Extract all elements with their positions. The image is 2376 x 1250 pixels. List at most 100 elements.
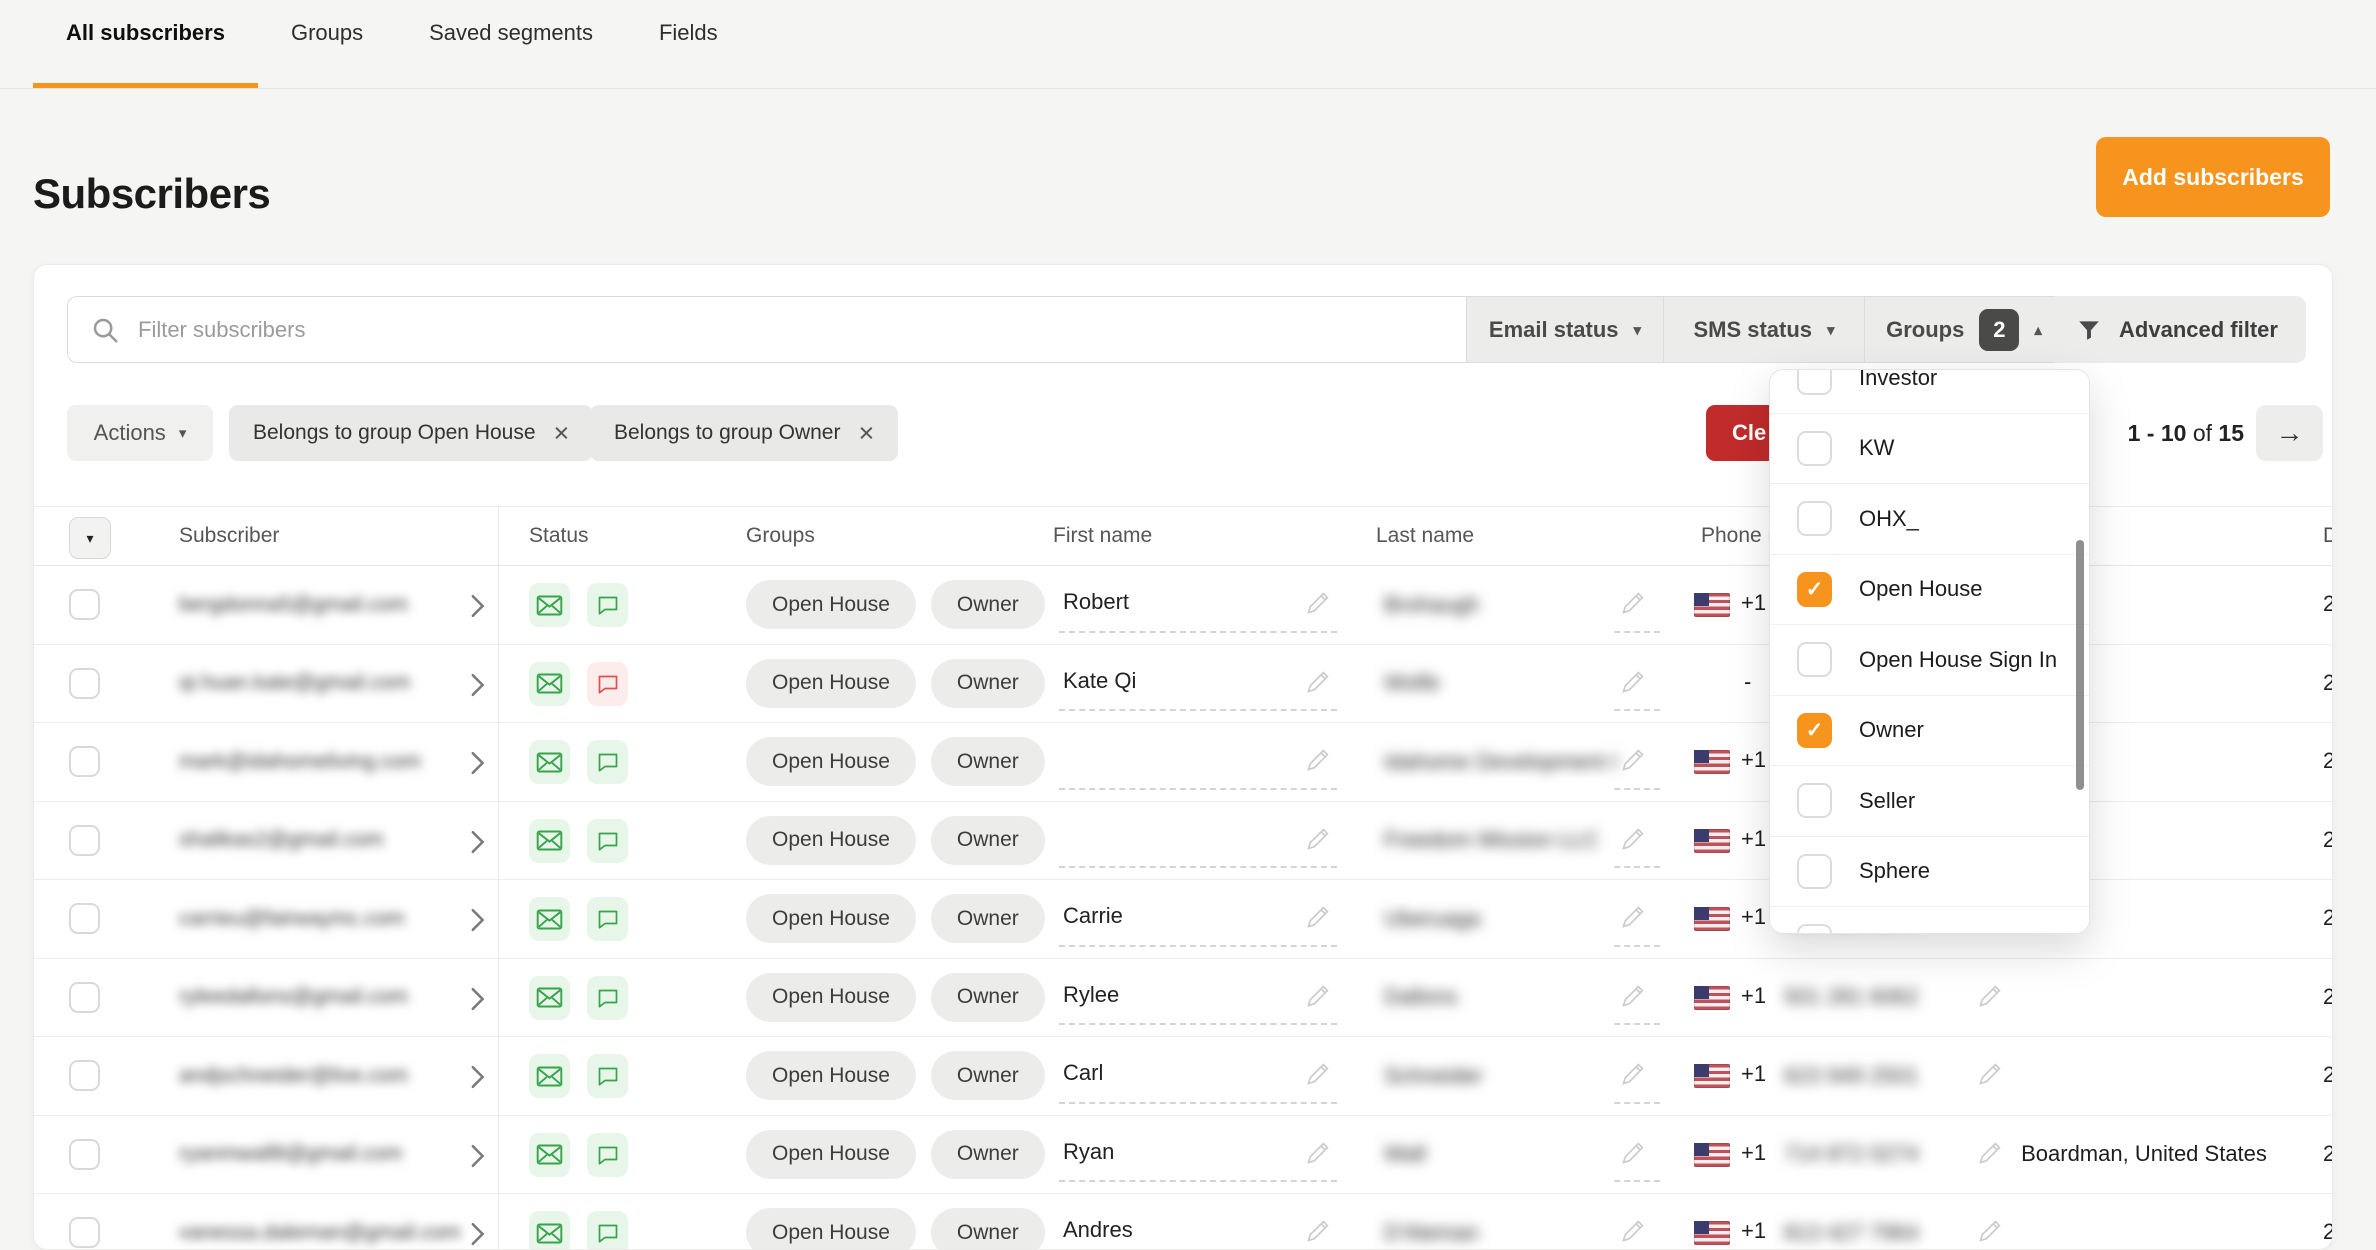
email-status-filter[interactable]: Email status ▾ [1466, 297, 1663, 362]
last-name-cell[interactable]: Dallons [1376, 959, 1660, 1037]
edit-pencil-icon[interactable] [1619, 669, 1646, 701]
last-name-cell[interactable]: D'Aleman [1376, 1194, 1660, 1250]
edit-pencil-icon[interactable] [1304, 826, 1331, 858]
checkbox[interactable] [1797, 854, 1832, 889]
checkbox[interactable] [1797, 924, 1832, 934]
chevron-right-icon[interactable] [466, 749, 488, 782]
first-name-cell[interactable]: Kate Qi [1059, 645, 1337, 723]
row-checkbox[interactable] [69, 668, 100, 699]
checkbox[interactable] [1797, 642, 1832, 677]
next-page-button[interactable]: → [2256, 405, 2323, 461]
chevron-right-icon[interactable] [466, 592, 488, 625]
remove-chip-icon[interactable]: × [554, 420, 570, 447]
subscriber-email-blurred[interactable]: ryleedallons@gmail.com [179, 959, 408, 1037]
phone-cell[interactable]: +1813 427 7964 [1694, 1194, 2004, 1250]
tab-groups[interactable]: Groups [258, 0, 396, 88]
first-name-cell[interactable] [1059, 802, 1337, 880]
edit-pencil-icon[interactable] [1976, 1218, 2003, 1250]
first-name-cell[interactable]: Andres [1059, 1194, 1337, 1250]
row-checkbox[interactable] [69, 1060, 100, 1091]
first-name-cell[interactable]: Ryan [1059, 1116, 1337, 1194]
edit-pencil-icon[interactable] [1619, 1140, 1646, 1172]
edit-pencil-icon[interactable] [1619, 826, 1646, 858]
select-all-dropdown[interactable]: ▾ [69, 517, 111, 559]
chevron-right-icon[interactable] [466, 906, 488, 939]
dropdown-item-seller[interactable]: Seller [1770, 766, 2089, 837]
row-checkbox[interactable] [69, 1217, 100, 1248]
first-name-cell[interactable]: Robert [1059, 566, 1337, 644]
dropdown-item-owner[interactable]: ✓Owner [1770, 696, 2089, 767]
subscriber-email-blurred[interactable]: carrieu@fairwaymc.com [179, 880, 405, 958]
last-name-cell[interactable]: Freedom Mission LLC [1376, 802, 1660, 880]
dropdown-item-ohx-[interactable]: OHX_ [1770, 484, 2089, 555]
search-box[interactable] [68, 297, 1466, 362]
remove-chip-icon[interactable]: × [858, 420, 874, 447]
first-name-cell[interactable] [1059, 723, 1337, 801]
subscriber-email-blurred[interactable]: vanessa.daleman@gmail.com [179, 1194, 461, 1250]
checked-checkbox[interactable]: ✓ [1797, 713, 1832, 748]
edit-pencil-icon[interactable] [1304, 1140, 1331, 1172]
dropdown-item-open-house[interactable]: ✓Open House [1770, 555, 2089, 626]
chevron-right-icon[interactable] [466, 985, 488, 1018]
dropdown-scrollbar[interactable] [2076, 540, 2084, 790]
row-checkbox[interactable] [69, 746, 100, 777]
chevron-right-icon[interactable] [466, 1063, 488, 1096]
row-checkbox[interactable] [69, 825, 100, 856]
edit-pencil-icon[interactable] [1619, 1061, 1646, 1093]
edit-pencil-icon[interactable] [1304, 669, 1331, 701]
last-name-cell[interactable]: Wolfe [1376, 645, 1660, 723]
dropdown-item[interactable] [1770, 907, 2089, 934]
first-name-cell[interactable]: Carrie [1059, 880, 1337, 958]
chevron-right-icon[interactable] [466, 1142, 488, 1175]
edit-pencil-icon[interactable] [1976, 1061, 2003, 1093]
edit-pencil-icon[interactable] [1304, 590, 1331, 622]
row-checkbox[interactable] [69, 1139, 100, 1170]
phone-cell[interactable]: +1501 281 6062 [1694, 959, 2004, 1037]
last-name-cell[interactable]: Uberuaga [1376, 880, 1660, 958]
subscriber-email-blurred[interactable]: shalikas2@gmail.com [179, 802, 384, 880]
first-name-cell[interactable]: Rylee [1059, 959, 1337, 1037]
edit-pencil-icon[interactable] [1304, 747, 1331, 779]
checked-checkbox[interactable]: ✓ [1797, 572, 1832, 607]
groups-filter[interactable]: Groups 2 ▴ [1864, 297, 2063, 362]
first-name-cell[interactable]: Carl [1059, 1037, 1337, 1115]
edit-pencil-icon[interactable] [1619, 983, 1646, 1015]
checkbox[interactable] [1797, 369, 1832, 395]
tab-saved-segments[interactable]: Saved segments [396, 0, 626, 88]
subscriber-email-blurred[interactable]: bergdonna5@gmail.com [179, 566, 408, 644]
dropdown-item-investor[interactable]: Investor [1770, 369, 2089, 414]
tab-all-subscribers[interactable]: All subscribers [33, 0, 258, 88]
edit-pencil-icon[interactable] [1619, 1218, 1646, 1250]
chevron-right-icon[interactable] [466, 671, 488, 704]
advanced-filter-button[interactable]: Advanced filter [2048, 296, 2306, 363]
checkbox[interactable] [1797, 431, 1832, 466]
checkbox[interactable] [1797, 501, 1832, 536]
subscriber-email-blurred[interactable]: andjschneider@live.com [179, 1037, 408, 1115]
last-name-cell[interactable]: Idahome Development I [1376, 723, 1660, 801]
subscriber-email-blurred[interactable]: mark@idahomeliving.com [179, 723, 421, 801]
actions-dropdown-button[interactable]: Actions ▾ [67, 405, 213, 461]
sms-status-filter[interactable]: SMS status ▾ [1663, 297, 1864, 362]
row-checkbox[interactable] [69, 982, 100, 1013]
chevron-right-icon[interactable] [466, 1220, 488, 1250]
edit-pencil-icon[interactable] [1304, 983, 1331, 1015]
edit-pencil-icon[interactable] [1304, 904, 1331, 936]
edit-pencil-icon[interactable] [1619, 747, 1646, 779]
last-name-cell[interactable]: Schneider [1376, 1037, 1660, 1115]
edit-pencil-icon[interactable] [1304, 1218, 1331, 1250]
edit-pencil-icon[interactable] [1619, 904, 1646, 936]
tab-fields[interactable]: Fields [626, 0, 751, 88]
dropdown-item-open-house-sign-in[interactable]: Open House Sign In [1770, 625, 2089, 696]
last-name-cell[interactable]: Wall [1376, 1116, 1660, 1194]
edit-pencil-icon[interactable] [1619, 590, 1646, 622]
edit-pencil-icon[interactable] [1304, 1061, 1331, 1093]
dropdown-item-sphere[interactable]: Sphere [1770, 837, 2089, 908]
subscriber-email-blurred[interactable]: ryanmwall8@gmail.com [179, 1116, 402, 1194]
row-checkbox[interactable] [69, 589, 100, 620]
edit-pencil-icon[interactable] [1976, 983, 2003, 1015]
search-input[interactable] [136, 316, 1466, 344]
row-checkbox[interactable] [69, 903, 100, 934]
chevron-right-icon[interactable] [466, 828, 488, 861]
phone-cell[interactable]: +1714 872 0274 [1694, 1116, 2004, 1194]
dropdown-item-kw[interactable]: KW [1770, 414, 2089, 485]
